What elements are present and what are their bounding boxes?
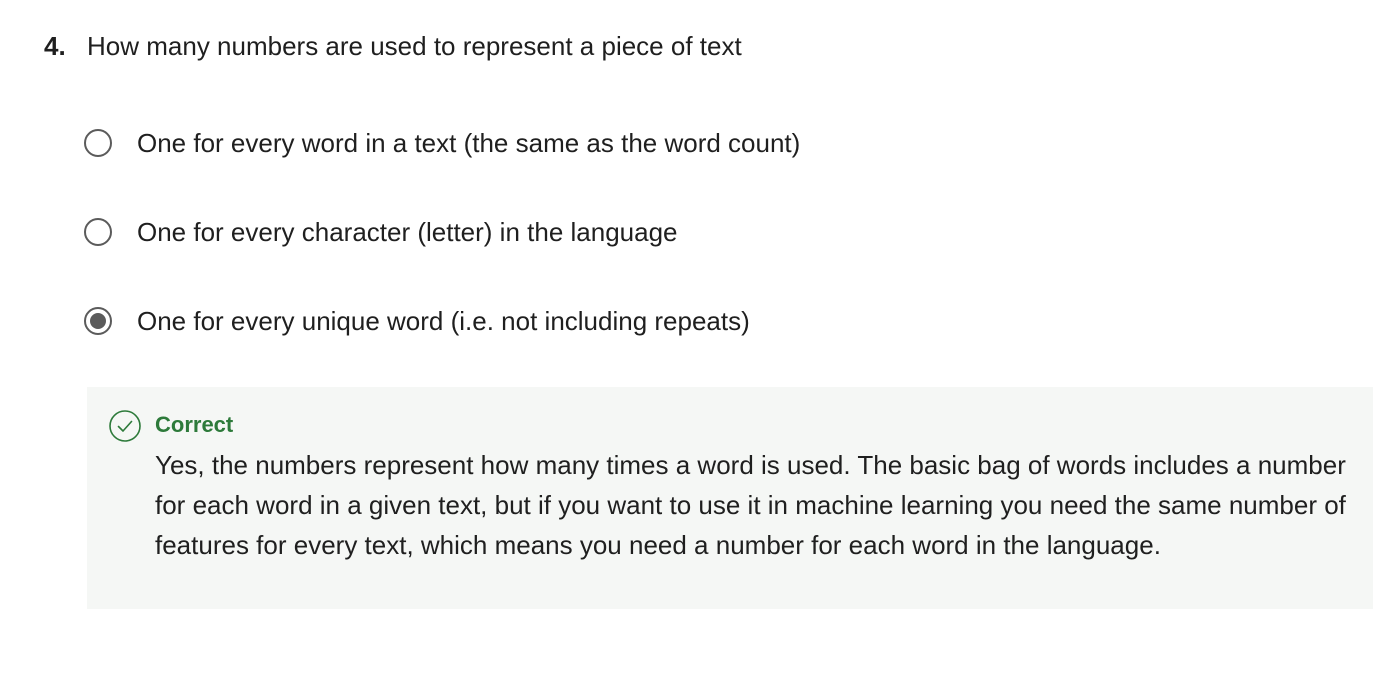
option-label: One for every unique word (i.e. not incl… — [137, 306, 750, 336]
feedback-panel: Correct Yes, the numbers represent how m… — [87, 387, 1373, 609]
option-label: One for every character (letter) in the … — [137, 217, 678, 247]
option-character-count[interactable]: One for every character (letter) in the … — [84, 213, 800, 251]
option-word-count[interactable]: One for every word in a text (the same a… — [84, 124, 800, 162]
question-text: How many numbers are used to represent a… — [87, 31, 742, 61]
radio-button[interactable] — [84, 218, 112, 246]
option-label: One for every word in a text (the same a… — [137, 128, 801, 158]
answer-options: One for every word in a text (the same a… — [84, 124, 800, 391]
feedback-message: Yes, the numbers represent how many time… — [155, 450, 1346, 560]
question-header: 4. How many numbers are used to represen… — [44, 28, 742, 64]
option-unique-word[interactable]: One for every unique word (i.e. not incl… — [84, 302, 800, 340]
radio-button[interactable] — [84, 129, 112, 157]
question-number: 4. — [44, 31, 66, 61]
feedback-status: Correct — [155, 412, 234, 437]
radio-button-selected[interactable] — [84, 307, 112, 335]
check-circle-icon — [108, 409, 142, 443]
